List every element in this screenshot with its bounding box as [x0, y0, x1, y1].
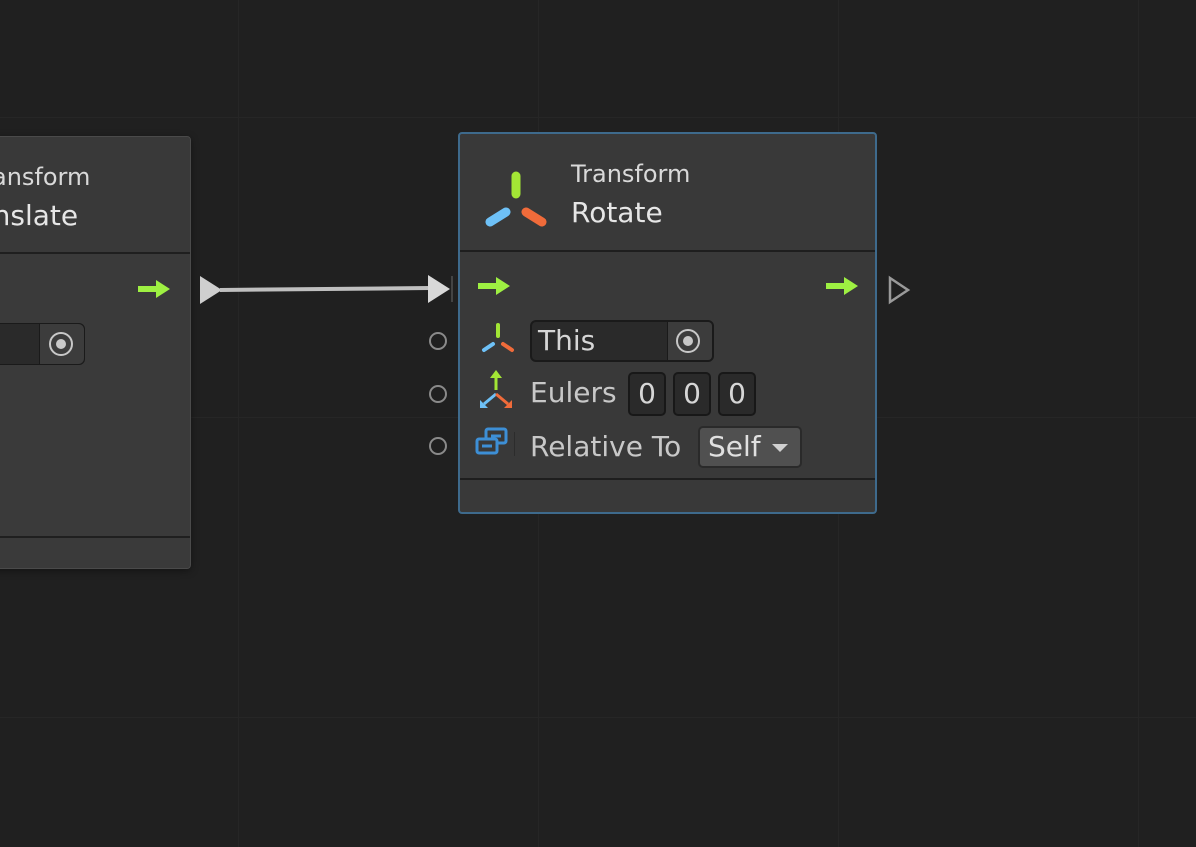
node-category: Transform [0, 163, 91, 191]
flow-output-port-icon[interactable] [886, 274, 912, 306]
eulers-input-port[interactable] [429, 385, 447, 403]
relative-to-dropdown[interactable]: Self [698, 426, 802, 468]
flow-input-arrow-icon[interactable] [476, 274, 516, 298]
eulers-axes-icon [480, 370, 512, 408]
grid-line [0, 117, 1196, 118]
target-input-port[interactable] [429, 332, 447, 350]
node-header: Transform Rotate [460, 134, 875, 252]
node-title: Translate [0, 199, 79, 232]
space-enum-icon [475, 427, 508, 455]
node-title: Rotate [571, 196, 663, 229]
transform-rotate-icon [485, 171, 547, 227]
node-category: Transform [571, 160, 691, 188]
target-value: This [538, 324, 596, 357]
flow-output-arrow-icon[interactable] [824, 274, 864, 298]
rotate-node[interactable]: Transform Rotate This Eulers 0 0 0 Relat… [458, 132, 877, 514]
node-footer [460, 478, 875, 512]
transform-target-icon [482, 323, 514, 352]
target-picker-icon [676, 329, 700, 353]
grid-line [238, 0, 239, 847]
relative-to-value: Self [708, 430, 761, 463]
object-picker-button[interactable] [39, 324, 84, 364]
relative-to-label: Relative To [530, 430, 682, 463]
grid-line [1138, 0, 1139, 847]
eulers-z-field[interactable]: 0 [718, 372, 756, 416]
row-divider [514, 432, 515, 456]
translate-node[interactable]: Transform Translate [0, 136, 191, 569]
object-picker-button[interactable] [667, 322, 712, 360]
node-header: Transform Translate [0, 137, 190, 254]
flow-connection[interactable] [196, 272, 458, 308]
target-field[interactable]: This [530, 320, 714, 362]
output-port-triangle-icon [200, 276, 222, 304]
eulers-y-field[interactable]: 0 [673, 372, 711, 416]
input-port-triangle-icon [428, 275, 450, 303]
target-field[interactable] [0, 323, 85, 365]
eulers-label: Eulers [530, 376, 617, 409]
chevron-down-icon [772, 444, 788, 452]
grid-line [0, 717, 1196, 718]
node-footer [0, 536, 190, 568]
target-picker-icon [49, 332, 73, 356]
eulers-x-field[interactable]: 0 [628, 372, 666, 416]
relative-to-input-port[interactable] [429, 437, 447, 455]
flow-output-arrow-icon[interactable] [136, 277, 172, 301]
